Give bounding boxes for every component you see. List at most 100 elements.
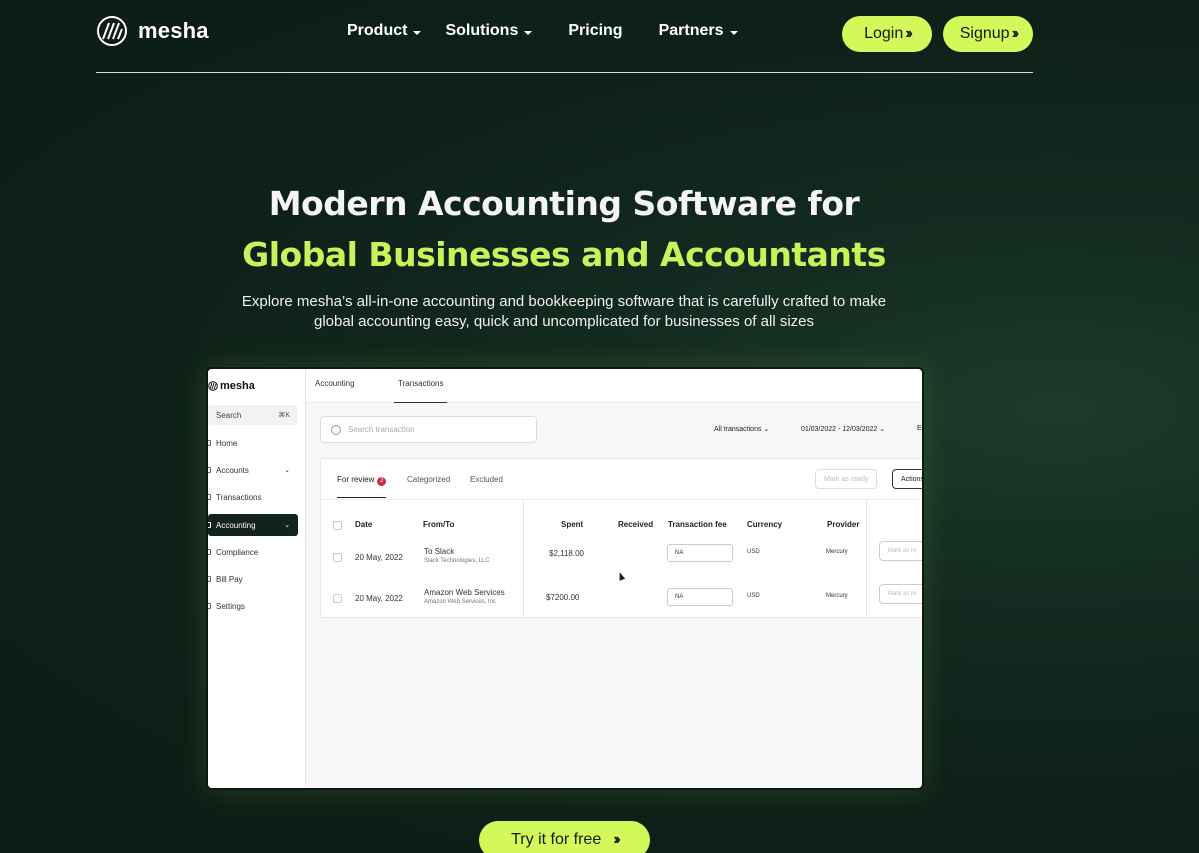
tab-excluded[interactable]: Excluded (470, 475, 503, 484)
column-header[interactable]: Date (355, 520, 372, 529)
hero-title-line2: Global Businesses and Accountants (242, 235, 886, 274)
row-mark-ready-button[interactable]: Mark as re (879, 584, 922, 604)
divider (523, 499, 524, 617)
column-header[interactable]: Provider (827, 520, 859, 529)
sidebar-item-accounting[interactable]: Accounting ⌄ (208, 514, 298, 536)
settings-icon (208, 603, 211, 609)
nav-item-label: Pricing (568, 22, 623, 39)
caret-down-icon (524, 30, 533, 35)
nav-item-label: Product (347, 22, 408, 39)
app-search-label: Search (216, 410, 242, 420)
row-checkbox[interactable] (333, 553, 342, 562)
brand-name: mesha (138, 18, 209, 43)
app-topbar: Accounting Transactions (306, 369, 922, 403)
double-chevron-right-icon: ›› (905, 25, 912, 42)
caret-down-icon (729, 30, 738, 35)
sidebar-item-settings[interactable]: Settings (208, 596, 298, 616)
select-all-checkbox[interactable] (333, 521, 342, 530)
column-header[interactable]: Currency (747, 520, 782, 529)
app-search[interactable]: Search ⌘K (208, 405, 298, 425)
compliance-icon (208, 549, 211, 555)
column-header[interactable]: Transaction fee (668, 520, 727, 529)
nav-item-product[interactable]: Product (347, 22, 422, 40)
main-menu: Product Solutions Pricing Partners (347, 22, 738, 40)
filter-label: 01/03/2022 - 12/03/2022 (801, 426, 878, 433)
nav-item-solutions[interactable]: Solutions (445, 22, 533, 40)
sidebar-item-bill-pay[interactable]: Bill Pay (208, 569, 298, 589)
counterparty-name: Amazon Web Services (424, 588, 505, 597)
transaction-type-filter[interactable]: All transactions ⌄ (714, 425, 769, 433)
transaction-fee-input[interactable]: NA (667, 544, 733, 562)
sidebar-item-compliance[interactable]: Compliance (208, 542, 298, 562)
try-free-button[interactable]: Try it for free ›› (479, 821, 650, 853)
double-chevron-right-icon: ›› (1011, 25, 1019, 42)
sidebar-item-label: Transactions (216, 492, 262, 502)
tab-accounting[interactable]: Accounting (315, 379, 355, 388)
mesha-logo-icon (97, 16, 127, 46)
counterparty-entity: Slack Technologies, LLC (424, 558, 490, 564)
tab-categorized[interactable]: Categorized (407, 475, 450, 484)
date-range-filter[interactable]: 01/03/2022 - 12/03/2022 ⌄ (801, 425, 885, 433)
row-counterparty: Amazon Web Services Amazon Web Services, … (424, 588, 505, 605)
tab-transactions[interactable]: Transactions (394, 379, 447, 403)
tab-label: For review (337, 475, 375, 484)
column-header[interactable]: From/To (423, 520, 454, 529)
row-currency: USD (747, 593, 760, 599)
login-label: Login (864, 25, 904, 42)
hero-subtitle: Explore mesha’s all-in-one accounting an… (215, 292, 913, 332)
mesha-logo-icon (208, 381, 218, 391)
actions-button[interactable]: Actions (892, 469, 922, 489)
transaction-fee-input[interactable]: NA (667, 588, 733, 606)
counterparty-name: To Slack (424, 547, 455, 556)
row-provider: Mercury (826, 549, 848, 555)
nav-item-label: Partners (658, 22, 724, 39)
column-header[interactable]: Spent (561, 520, 583, 529)
divider (866, 499, 867, 617)
row-checkbox[interactable] (333, 594, 342, 603)
row-spent: $2,118.00 (549, 549, 584, 558)
transactions-icon (208, 494, 211, 500)
search-placeholder: Search transaction (348, 425, 415, 434)
column-header[interactable]: Received (618, 520, 653, 529)
review-count-badge: 2 (377, 477, 387, 486)
transactions-card: For review 2 Categorized Excluded Mark as… (320, 458, 922, 618)
signup-button[interactable]: Signup ›› (943, 16, 1033, 52)
export-button[interactable]: Ex (917, 425, 922, 432)
accounts-icon (208, 467, 211, 473)
brand-logo[interactable]: mesha (96, 15, 209, 47)
sidebar-item-label: Settings (216, 601, 245, 611)
counterparty-entity: Amazon Web Services, Inc (424, 599, 496, 605)
search-icon (331, 425, 341, 435)
sidebar-item-label: Accounts (216, 465, 249, 475)
bill-pay-icon (208, 576, 211, 582)
row-date: 20 May, 2022 (355, 594, 403, 603)
filter-label: All transactions (714, 426, 762, 433)
accounting-icon (208, 522, 211, 528)
sidebar-item-label: Bill Pay (216, 574, 243, 584)
sidebar-item-transactions[interactable]: Transactions (208, 487, 298, 507)
nav-item-pricing[interactable]: Pricing (568, 22, 622, 40)
app-sidebar: mesha Search ⌘K Home Accounts ⌄ Transacti… (208, 369, 306, 788)
chevron-down-icon: ⌄ (284, 467, 290, 474)
hero-subtitle-line1: Explore mesha’s all-in-one accounting an… (241, 293, 887, 310)
row-counterparty: To Slack Slack Technologies, LLC (424, 547, 490, 564)
sidebar-item-label: Home (216, 438, 238, 448)
transaction-search-input[interactable]: Search transaction (320, 416, 537, 443)
sidebar-item-label: Compliance (216, 547, 259, 557)
top-nav: mesha Product Solutions Pricing Partners… (96, 0, 1033, 73)
nav-item-partners[interactable]: Partners (659, 22, 738, 40)
row-provider: Mercury (826, 593, 848, 599)
shortcut-hint: ⌘K (278, 412, 290, 419)
sidebar-item-home[interactable]: Home (208, 433, 298, 453)
sidebar-item-accounts[interactable]: Accounts ⌄ (208, 460, 298, 480)
nav-item-label: Solutions (445, 22, 519, 39)
signup-label: Signup (959, 25, 1010, 42)
double-chevron-right-icon: ›› (613, 831, 620, 848)
mark-as-ready-button[interactable]: Mark as ready (815, 469, 878, 489)
row-spent: $7200.00 (546, 593, 580, 602)
home-icon (208, 440, 211, 446)
login-button[interactable]: Login ›› (842, 16, 932, 52)
row-mark-ready-button[interactable]: Mark as re (879, 541, 922, 561)
row-date: 20 May, 2022 (355, 553, 403, 562)
tab-for-review[interactable]: For review 2 (337, 475, 387, 498)
